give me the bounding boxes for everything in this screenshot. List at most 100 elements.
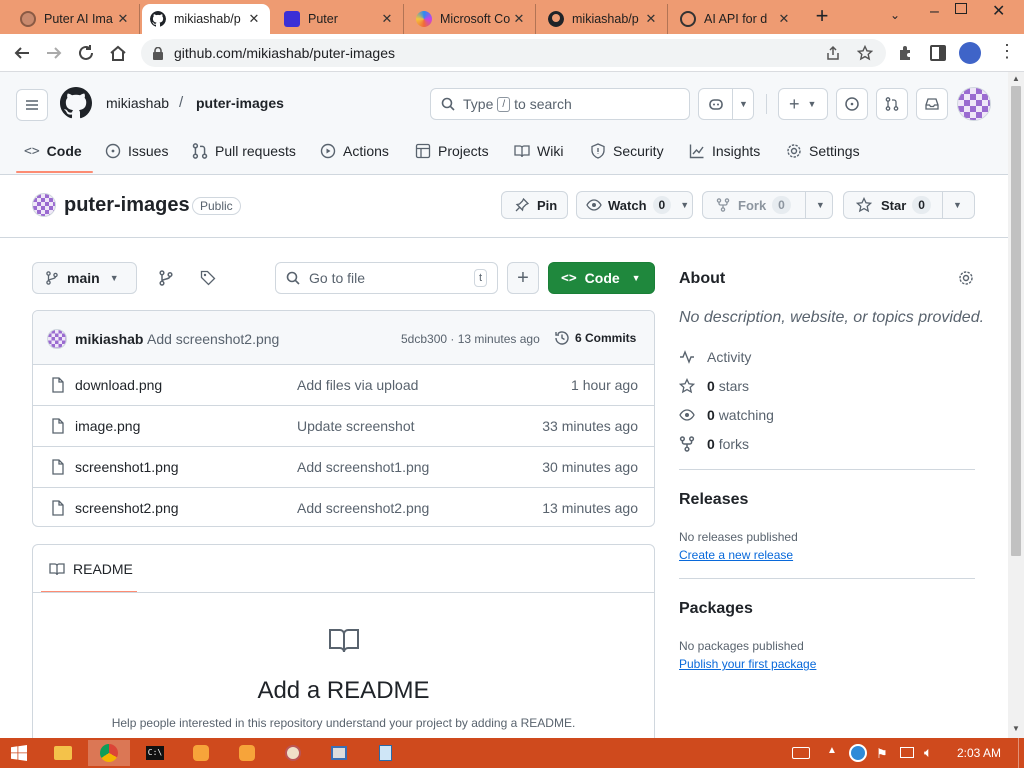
table-row[interactable]: screenshot2.png Add screenshot2.png 13 m…	[33, 487, 654, 526]
close-icon[interactable]: ✕	[643, 11, 659, 27]
browser-tab[interactable]: mikiashab/p ✕	[540, 4, 668, 34]
terminal-taskbar-button[interactable]: C:\	[134, 740, 176, 766]
close-icon[interactable]: ✕	[115, 11, 131, 27]
stars-link[interactable]: 0 stars	[679, 378, 749, 394]
window-taskbar-button[interactable]	[318, 740, 360, 766]
file-name[interactable]: image.png	[75, 418, 140, 434]
app-taskbar-button[interactable]	[226, 740, 268, 766]
packages-heading[interactable]: Packages	[679, 600, 753, 618]
restore-icon[interactable]	[955, 3, 967, 14]
tab-code[interactable]: <> Code	[24, 142, 82, 160]
commits-link[interactable]: 6 Commits	[575, 331, 636, 345]
onedrive-icon[interactable]	[849, 744, 867, 762]
search-input[interactable]: Type / to search	[430, 88, 690, 120]
branches-icon[interactable]	[158, 270, 174, 286]
table-row[interactable]: download.png Add files via upload 1 hour…	[33, 364, 654, 405]
address-bar[interactable]: github.com/mikiashab/puter-images	[141, 39, 886, 67]
app-taskbar-button[interactable]	[180, 740, 222, 766]
close-icon[interactable]: ✕	[776, 11, 792, 27]
forward-arrow-icon[interactable]	[45, 44, 63, 62]
go-to-file-input[interactable]: Go to file t	[275, 262, 498, 294]
create-new-button[interactable]: + ▼	[778, 88, 828, 120]
copilot-button[interactable]: ▼	[698, 88, 754, 120]
tab-security[interactable]: Security	[590, 142, 664, 160]
share-icon[interactable]	[825, 45, 841, 61]
repo-title[interactable]: puter-images	[64, 194, 190, 217]
code-dropdown-button[interactable]: <> Code ▼	[548, 262, 655, 294]
tab-actions[interactable]: Actions	[320, 142, 389, 160]
create-release-link[interactable]: Create a new release	[679, 548, 793, 562]
inbox-button[interactable]	[916, 88, 948, 120]
file-commit-message[interactable]: Add files via upload	[297, 377, 418, 393]
show-hidden-icons-chevron[interactable]: ▲	[827, 745, 837, 756]
volume-icon[interactable]: 🔈︎	[924, 744, 932, 761]
file-explorer-taskbar-button[interactable]	[42, 740, 84, 766]
commit-author-avatar[interactable]	[47, 329, 67, 349]
address-url[interactable]: github.com/mikiashab/puter-images	[174, 45, 395, 61]
taskbar-clock[interactable]: 2:03 AM	[957, 746, 1001, 760]
tab-projects[interactable]: Projects	[415, 142, 489, 160]
browser-tab[interactable]: AI API for d ✕	[672, 4, 800, 34]
file-name[interactable]: download.png	[75, 377, 162, 393]
watching-link[interactable]: 0 watching	[679, 407, 774, 423]
watch-button[interactable]: Watch 0 ▼	[576, 191, 693, 219]
branch-select[interactable]: main ▼	[32, 262, 137, 294]
tab-search-chevron-icon[interactable]: ⌄	[890, 8, 900, 22]
browser-tab-active[interactable]: mikiashab/p ✕	[142, 4, 270, 34]
tab-issues[interactable]: Issues	[105, 142, 168, 160]
breadcrumb-owner[interactable]: mikiashab	[106, 95, 169, 111]
tab-insights[interactable]: Insights	[689, 142, 760, 160]
browser-tab[interactable]: Puter AI Ima ✕	[12, 4, 140, 34]
minimize-icon[interactable]: –	[930, 3, 939, 21]
close-icon[interactable]: ✕	[379, 11, 395, 27]
chrome-menu-icon[interactable]: ⋮	[998, 42, 1016, 60]
side-panel-icon[interactable]	[929, 44, 947, 62]
table-row[interactable]: image.png Update screenshot 33 minutes a…	[33, 405, 654, 446]
publish-package-link[interactable]: Publish your first package	[679, 657, 816, 671]
paint-taskbar-button[interactable]	[272, 740, 314, 766]
github-logo-icon[interactable]	[60, 87, 92, 119]
file-name[interactable]: screenshot2.png	[75, 500, 179, 516]
windows-start-icon[interactable]	[11, 745, 27, 761]
chrome-taskbar-button[interactable]	[88, 740, 130, 766]
repo-owner-avatar[interactable]	[32, 193, 56, 217]
scrollbar-thumb[interactable]	[1011, 86, 1021, 556]
window-close-icon[interactable]: ✕	[992, 1, 1005, 21]
browser-tab[interactable]: Microsoft Co ✕	[408, 4, 536, 34]
table-row[interactable]: screenshot1.png Add screenshot1.png 30 m…	[33, 446, 654, 487]
releases-heading[interactable]: Releases	[679, 491, 748, 509]
extensions-puzzle-icon[interactable]	[897, 44, 915, 62]
file-commit-message[interactable]: Update screenshot	[297, 418, 415, 434]
forks-link[interactable]: 0 forks	[679, 436, 749, 452]
commit-author[interactable]: mikiashab	[75, 331, 143, 347]
tab-settings[interactable]: Settings	[786, 142, 860, 160]
commit-hash-time[interactable]: 5dcb300 · 13 minutes ago	[401, 332, 540, 346]
commit-message[interactable]: Add screenshot2.png	[147, 331, 279, 347]
breadcrumb-repo[interactable]: puter-images	[196, 95, 284, 111]
home-icon[interactable]	[109, 44, 127, 62]
add-file-button[interactable]: +	[507, 262, 539, 294]
file-commit-message[interactable]: Add screenshot2.png	[297, 500, 429, 516]
bookmark-star-icon[interactable]	[857, 45, 873, 61]
page-scrollbar[interactable]: ▲ ▼	[1008, 72, 1024, 738]
activity-link[interactable]: Activity	[679, 349, 751, 365]
file-name[interactable]: screenshot1.png	[75, 459, 179, 475]
flag-icon[interactable]: ⚑	[876, 746, 888, 762]
new-tab-plus-icon[interactable]: +	[812, 5, 832, 27]
tag-icon[interactable]	[200, 270, 216, 286]
tab-wiki[interactable]: Wiki	[514, 142, 563, 160]
pull-requests-header-button[interactable]	[876, 88, 908, 120]
profile-avatar[interactable]	[959, 42, 981, 64]
browser-tab[interactable]: Puter ✕	[276, 4, 404, 34]
close-icon[interactable]: ✕	[246, 11, 262, 27]
back-arrow-icon[interactable]	[13, 44, 31, 62]
issues-header-button[interactable]	[836, 88, 868, 120]
hamburger-menu-button[interactable]	[16, 89, 48, 121]
pin-button[interactable]: Pin	[501, 191, 568, 219]
file-commit-message[interactable]: Add screenshot1.png	[297, 459, 429, 475]
user-avatar[interactable]	[957, 87, 991, 121]
tab-pull-requests[interactable]: Pull requests	[192, 142, 296, 160]
reload-icon[interactable]	[77, 44, 95, 62]
lock-icon[interactable]	[152, 47, 164, 60]
notepad-taskbar-button[interactable]	[364, 740, 406, 766]
